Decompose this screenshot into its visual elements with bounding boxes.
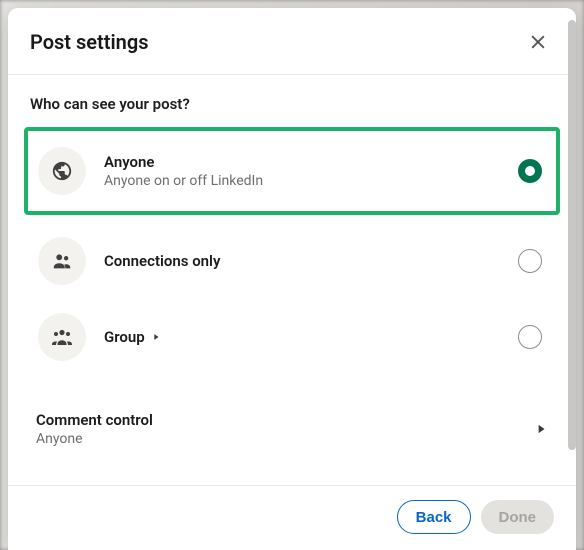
option-title: Connections only <box>104 252 518 270</box>
comment-control-title: Comment control <box>36 411 153 429</box>
section-heading: Who can see your post? <box>30 95 554 113</box>
option-text: Anyone Anyone on or off LinkedIn <box>104 153 518 189</box>
visibility-option-connections[interactable]: Connections only <box>30 223 554 299</box>
modal-header: Post settings <box>8 8 576 75</box>
radio-connections[interactable] <box>518 249 542 273</box>
close-button[interactable] <box>522 26 554 58</box>
modal-body: Who can see your post? Anyone Anyone on … <box>8 75 576 485</box>
chevron-right-icon <box>151 332 161 342</box>
three-people-icon <box>38 313 86 361</box>
option-text: Connections only <box>104 252 518 270</box>
back-button[interactable]: Back <box>397 500 471 534</box>
globe-icon <box>38 147 86 195</box>
radio-group[interactable] <box>518 325 542 349</box>
comment-control-value: Anyone <box>36 431 153 447</box>
post-settings-modal: Post settings Who can see your post? Any… <box>8 8 576 550</box>
radio-anyone[interactable] <box>518 159 542 183</box>
done-button[interactable]: Done <box>481 500 555 534</box>
modal-footer: Back Done <box>8 485 576 550</box>
comment-control-row[interactable]: Comment control Anyone <box>30 391 554 463</box>
option-title: Anyone <box>104 153 518 171</box>
chevron-right-icon <box>534 422 548 436</box>
two-people-icon <box>38 237 86 285</box>
modal-title: Post settings <box>30 30 149 54</box>
highlight-box: Anyone Anyone on or off LinkedIn <box>24 127 560 215</box>
option-title: Group <box>104 328 145 346</box>
close-icon <box>528 32 548 52</box>
option-subtitle: Anyone on or off LinkedIn <box>104 173 518 189</box>
scrollbar[interactable] <box>568 20 576 450</box>
visibility-option-anyone[interactable]: Anyone Anyone on or off LinkedIn <box>30 133 554 209</box>
comment-control-text: Comment control Anyone <box>36 411 153 447</box>
option-text: Group <box>104 328 518 346</box>
visibility-option-group[interactable]: Group <box>30 299 554 375</box>
